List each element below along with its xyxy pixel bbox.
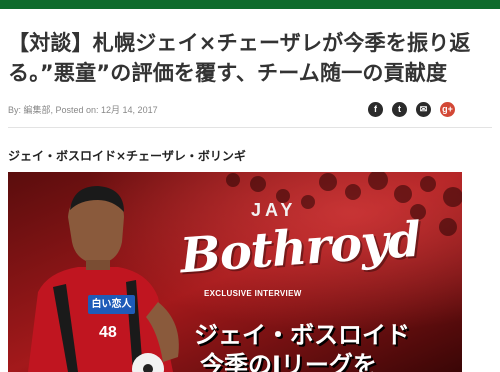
top-accent-bar [0,0,500,9]
article-subhead: ジェイ・ボスロイド×チェーザレ・ボリンギ [8,149,246,163]
post-meta: By: 編集部, Posted on: 12月 14, 2017 [8,105,158,115]
jersey-number: 48 [99,324,117,341]
mail-icon[interactable]: ✉ [416,102,431,117]
hero-caption-line2: 今季のJリーグを [200,351,377,372]
hero-tag: EXCLUSIVE INTERVIEW [204,289,302,298]
meta-divider [8,127,492,128]
hero-image: 白い恋人 48 JAY Bothroyd EXCLUSIVE INTERVIEW… [8,172,462,372]
twitter-icon[interactable]: t [392,102,407,117]
facebook-icon[interactable]: f [368,102,383,117]
jersey-sponsor: 白い恋人 [88,295,135,314]
article-title: 【対談】札幌ジェイ×チェーザレが今季を振り返る。”悪童”の評価を覆す、チーム随一… [8,31,471,85]
hero-first-name: JAY [251,200,297,220]
google-plus-icon[interactable]: g+ [440,102,455,117]
